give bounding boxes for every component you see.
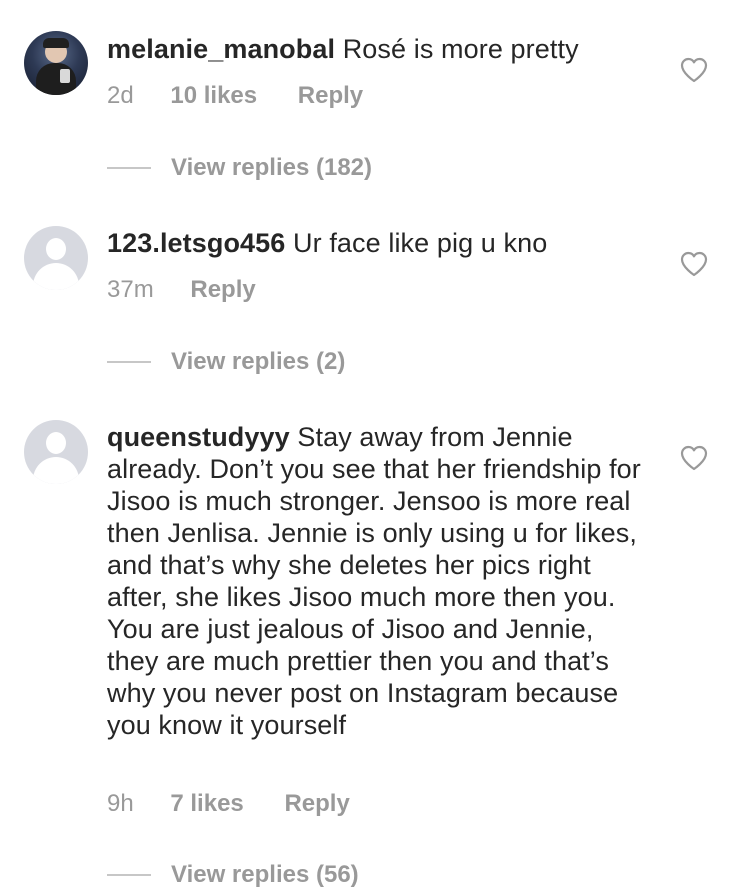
view-replies-button[interactable]: View replies (2) (107, 347, 345, 377)
reply-button[interactable]: Reply (298, 82, 363, 110)
default-avatar-body (33, 457, 79, 484)
view-replies-label: View replies (56) (171, 861, 359, 888)
view-replies-label: View replies (2) (171, 348, 346, 375)
comment-username[interactable]: melanie_manobal (107, 34, 335, 64)
comment-body: Stay away from Jennie already. Don’t you… (107, 422, 641, 740)
default-avatar-head (46, 238, 66, 260)
comment-username[interactable]: 123.letsgo456 (107, 228, 285, 258)
comment-body: Rosé is more pretty (342, 34, 579, 64)
heart-outline-icon[interactable] (680, 251, 708, 277)
default-avatar-head (46, 432, 66, 454)
view-replies-divider (107, 361, 151, 363)
comment-time: 2d (107, 82, 134, 109)
reply-button[interactable]: Reply (190, 276, 255, 304)
default-avatar-body (33, 263, 79, 290)
avatar[interactable] (24, 420, 88, 484)
avatar-photo-hat (43, 38, 69, 48)
view-replies-divider (107, 874, 151, 876)
view-replies-button[interactable]: View replies (56) (107, 860, 359, 890)
comment-text-block: queenstudyyy Stay away from Jennie alrea… (107, 421, 652, 741)
comment-time: 37m (107, 276, 154, 303)
reply-button[interactable]: Reply (284, 790, 349, 818)
avatar[interactable] (24, 31, 88, 95)
comment-likes[interactable]: 10 likes (170, 82, 257, 110)
comment-meta: 2d 10 likes Reply (107, 82, 363, 110)
comment-text-block: 123.letsgo456 Ur face like pig u kno (107, 227, 667, 259)
heart-outline-icon[interactable] (680, 445, 708, 471)
view-replies-divider (107, 167, 151, 169)
comment-text-block: melanie_manobal Rosé is more pretty (107, 33, 667, 65)
comment-body: Ur face like pig u kno (293, 228, 548, 258)
heart-outline-icon[interactable] (680, 57, 708, 83)
comment-username[interactable]: queenstudyyy (107, 422, 290, 452)
avatar[interactable] (24, 226, 88, 290)
view-replies-label: View replies (182) (171, 154, 372, 181)
comment-likes[interactable]: 7 likes (170, 790, 243, 818)
avatar-photo-jacket (36, 63, 76, 95)
comment-meta: 9h 7 likes Reply (107, 790, 350, 818)
comment-meta: 37m Reply (107, 276, 256, 304)
view-replies-button[interactable]: View replies (182) (107, 153, 372, 183)
comment-time: 9h (107, 790, 134, 817)
avatar-photo-accent (60, 69, 70, 83)
